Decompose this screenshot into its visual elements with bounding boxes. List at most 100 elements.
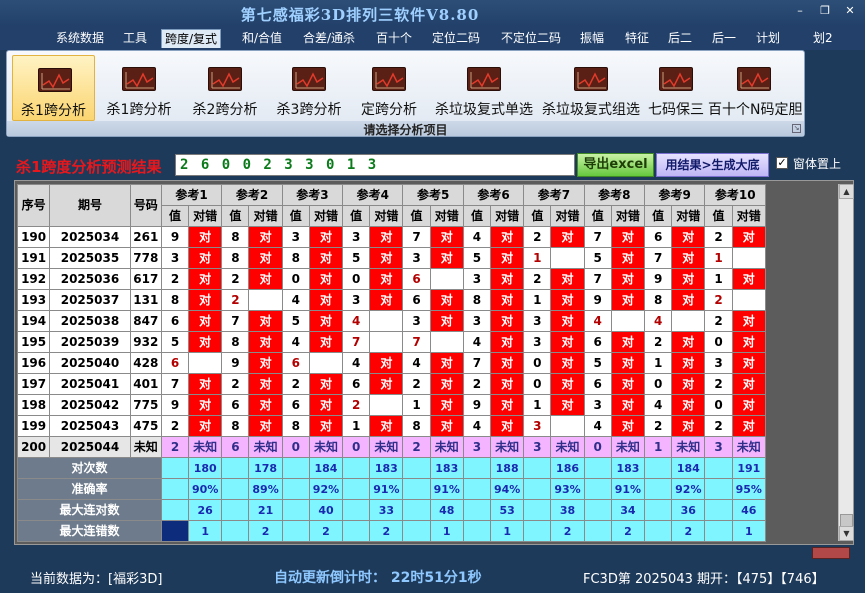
ref-value: 4 bbox=[342, 352, 371, 374]
ribbon-button[interactable]: 百十个N码定胆 bbox=[708, 55, 802, 121]
column-header-value: 值 bbox=[221, 205, 250, 227]
countdown-status: 自动更新倒计时： 22时51分1秒 bbox=[274, 570, 482, 586]
ref-result bbox=[731, 289, 767, 311]
ref-value: 8 bbox=[221, 415, 250, 437]
ref-result bbox=[550, 415, 585, 437]
restore-icon[interactable]: ❐ bbox=[815, 3, 835, 19]
ref-result: 对 bbox=[188, 247, 223, 269]
menu-item[interactable]: 定位二码 bbox=[430, 29, 482, 48]
export-excel-button[interactable]: 导出excel bbox=[577, 153, 654, 177]
ref-result: 对 bbox=[188, 310, 223, 332]
ref-result: 对 bbox=[671, 373, 706, 395]
ref-value: 7 bbox=[644, 247, 673, 269]
menu-item[interactable]: 合差/通杀 bbox=[300, 29, 358, 48]
menu-item[interactable]: 和/合值 bbox=[239, 29, 285, 48]
table-row[interactable]: 198 2025042 775 9 对 6 对 6 对 2 1 对 9 对 1 对 3 对 4 对 0 对 bbox=[16, 394, 767, 416]
table-row[interactable]: 193 2025037 131 8 对 2 4 对 3 对 6 对 8 对 1 对 9 对 8 对 2 bbox=[16, 289, 767, 311]
stats-blank bbox=[644, 499, 673, 521]
ref-result: 对 bbox=[248, 415, 283, 437]
row-issue: 2025042 bbox=[49, 394, 131, 416]
ref-value: 1 bbox=[704, 268, 733, 290]
menu-item[interactable]: 振幅 bbox=[578, 29, 606, 48]
menu-item[interactable]: 划2 bbox=[811, 29, 833, 48]
ref-result: 对 bbox=[550, 289, 585, 311]
result-field[interactable]: 2 6 0 0 2 3 3 0 1 3 bbox=[175, 154, 575, 176]
minimize-icon[interactable]: – bbox=[790, 3, 810, 19]
ref-result bbox=[671, 310, 706, 332]
table-row[interactable]: 191 2025035 778 3 对 8 对 8 对 5 对 3 对 5 对 1 5 对 7 对 1 bbox=[16, 247, 767, 269]
menu-item[interactable]: 计划 bbox=[754, 29, 782, 48]
ref-result: 对 bbox=[610, 247, 646, 269]
table-row[interactable]: 195 2025039 932 5 对 8 对 4 对 7 7 4 对 3 对 6 对 2 对 0 对 bbox=[16, 331, 767, 353]
scroll-up-icon[interactable]: ▲ bbox=[839, 184, 854, 199]
ribbon-button[interactable]: 杀2跨分析 bbox=[183, 55, 267, 121]
row-seq: 200 bbox=[16, 436, 51, 458]
stats-blank bbox=[221, 499, 250, 521]
ref-value: 7 bbox=[221, 310, 250, 332]
ribbon-button[interactable]: 定跨分析 bbox=[353, 55, 425, 121]
table-row[interactable]: 199 2025043 475 2 对 8 对 8 对 1 对 8 对 4 对 3 4 对 2 对 2 对 bbox=[16, 415, 767, 437]
stats-blank bbox=[160, 499, 190, 521]
chart-icon bbox=[122, 67, 156, 91]
ribbon-button[interactable]: 杀垃圾复式单选 bbox=[431, 55, 537, 121]
stats-blank bbox=[160, 478, 190, 500]
stats-label: 最大连错数 bbox=[17, 520, 162, 542]
ref-result: 对 bbox=[308, 247, 344, 269]
stats-blank bbox=[342, 478, 371, 500]
ref-result: 未知 bbox=[429, 436, 464, 458]
scroll-down-icon[interactable]: ▼ bbox=[839, 526, 854, 541]
stats-blank bbox=[704, 520, 733, 542]
ref-result: 对 bbox=[610, 352, 646, 374]
ref-result: 对 bbox=[248, 310, 283, 332]
menu-item[interactable]: 不定位二码 bbox=[498, 29, 564, 48]
ref-result: 对 bbox=[248, 226, 283, 248]
stats-value: 2 bbox=[610, 520, 646, 542]
pin-window-checkbox[interactable]: ✓ bbox=[776, 157, 788, 169]
stats-value: 1 bbox=[731, 520, 767, 542]
table-row[interactable]: 190 2025034 261 9 对 8 对 3 对 3 对 7 对 4 对 2 对 7 对 6 对 2 对 bbox=[16, 226, 767, 248]
ribbon-expand-icon[interactable]: ↘ bbox=[792, 124, 801, 133]
table-row[interactable]: 197 2025041 401 7 对 2 对 2 对 6 对 2 对 2 对 0 对 6 对 0 对 2 对 bbox=[16, 373, 767, 395]
ribbon-button[interactable]: 杀1跨分析 bbox=[99, 55, 179, 121]
ref-value: 6 bbox=[342, 373, 371, 395]
stats-value: 26 bbox=[188, 499, 223, 521]
ref-value: 2 bbox=[644, 331, 673, 353]
stats-blank bbox=[462, 520, 492, 542]
ribbon-button[interactable]: 杀3跨分析 bbox=[269, 55, 349, 121]
ref-result: 未知 bbox=[490, 436, 525, 458]
ref-value: 6 bbox=[281, 352, 310, 374]
table-row[interactable]: 192 2025036 617 2 对 2 对 0 对 0 对 6 3 对 2 对 7 对 9 对 1 对 bbox=[16, 268, 767, 290]
ribbon-button[interactable]: 杀1跨分析 bbox=[12, 55, 95, 121]
ref-result: 对 bbox=[671, 394, 706, 416]
ref-result: 对 bbox=[731, 415, 767, 437]
ref-result: 对 bbox=[731, 352, 767, 374]
ref-result: 对 bbox=[490, 226, 525, 248]
prediction-row[interactable]: 200 2025044 未知 2 未知 6 未知 0 未知 0 未知 2 未知 3 未知 3 未知 0 未知 1 未知 3… bbox=[16, 436, 767, 458]
row-number: 131 bbox=[129, 289, 162, 311]
menu-item[interactable]: 后一 bbox=[710, 29, 738, 48]
menu-item[interactable]: 后二 bbox=[666, 29, 694, 48]
ribbon-button[interactable]: 杀垃圾复式组选 bbox=[539, 55, 643, 121]
ref-value: 1 bbox=[342, 415, 371, 437]
chart-icon bbox=[292, 67, 326, 91]
result-label: 杀1跨度分析预测结果 bbox=[16, 158, 162, 176]
table-row[interactable]: 196 2025040 428 6 9 对 6 4 对 4 对 7 对 0 对 5 对 1 对 3 对 bbox=[16, 352, 767, 374]
stats-blank bbox=[281, 499, 310, 521]
row-number: 778 bbox=[129, 247, 162, 269]
ribbon-button[interactable]: 七码保三 bbox=[646, 55, 706, 121]
ref-value: 6 bbox=[160, 310, 190, 332]
ref-value: 4 bbox=[583, 310, 612, 332]
close-icon[interactable]: ✕ bbox=[840, 3, 860, 19]
menu-item[interactable]: 特征 bbox=[623, 29, 651, 48]
row-seq: 193 bbox=[16, 289, 51, 311]
grid-vertical-scrollbar[interactable]: ▲ ▼ bbox=[838, 184, 854, 541]
menu-item[interactable]: 跨度/复式 bbox=[161, 29, 221, 48]
column-header-ref: 参考4 bbox=[342, 184, 404, 206]
ref-value: 2 bbox=[704, 310, 733, 332]
generate-base-button[interactable]: 用结果>生成大底 bbox=[656, 153, 769, 177]
menu-item[interactable]: 工具 bbox=[121, 29, 149, 48]
menu-item[interactable]: 百十个 bbox=[374, 29, 412, 48]
ref-value: 3 bbox=[523, 415, 552, 437]
table-row[interactable]: 194 2025038 847 6 对 7 对 5 对 4 3 对 3 对 3 对 4 4 2 对 bbox=[16, 310, 767, 332]
menu-item[interactable]: 系统数据 bbox=[54, 29, 106, 48]
